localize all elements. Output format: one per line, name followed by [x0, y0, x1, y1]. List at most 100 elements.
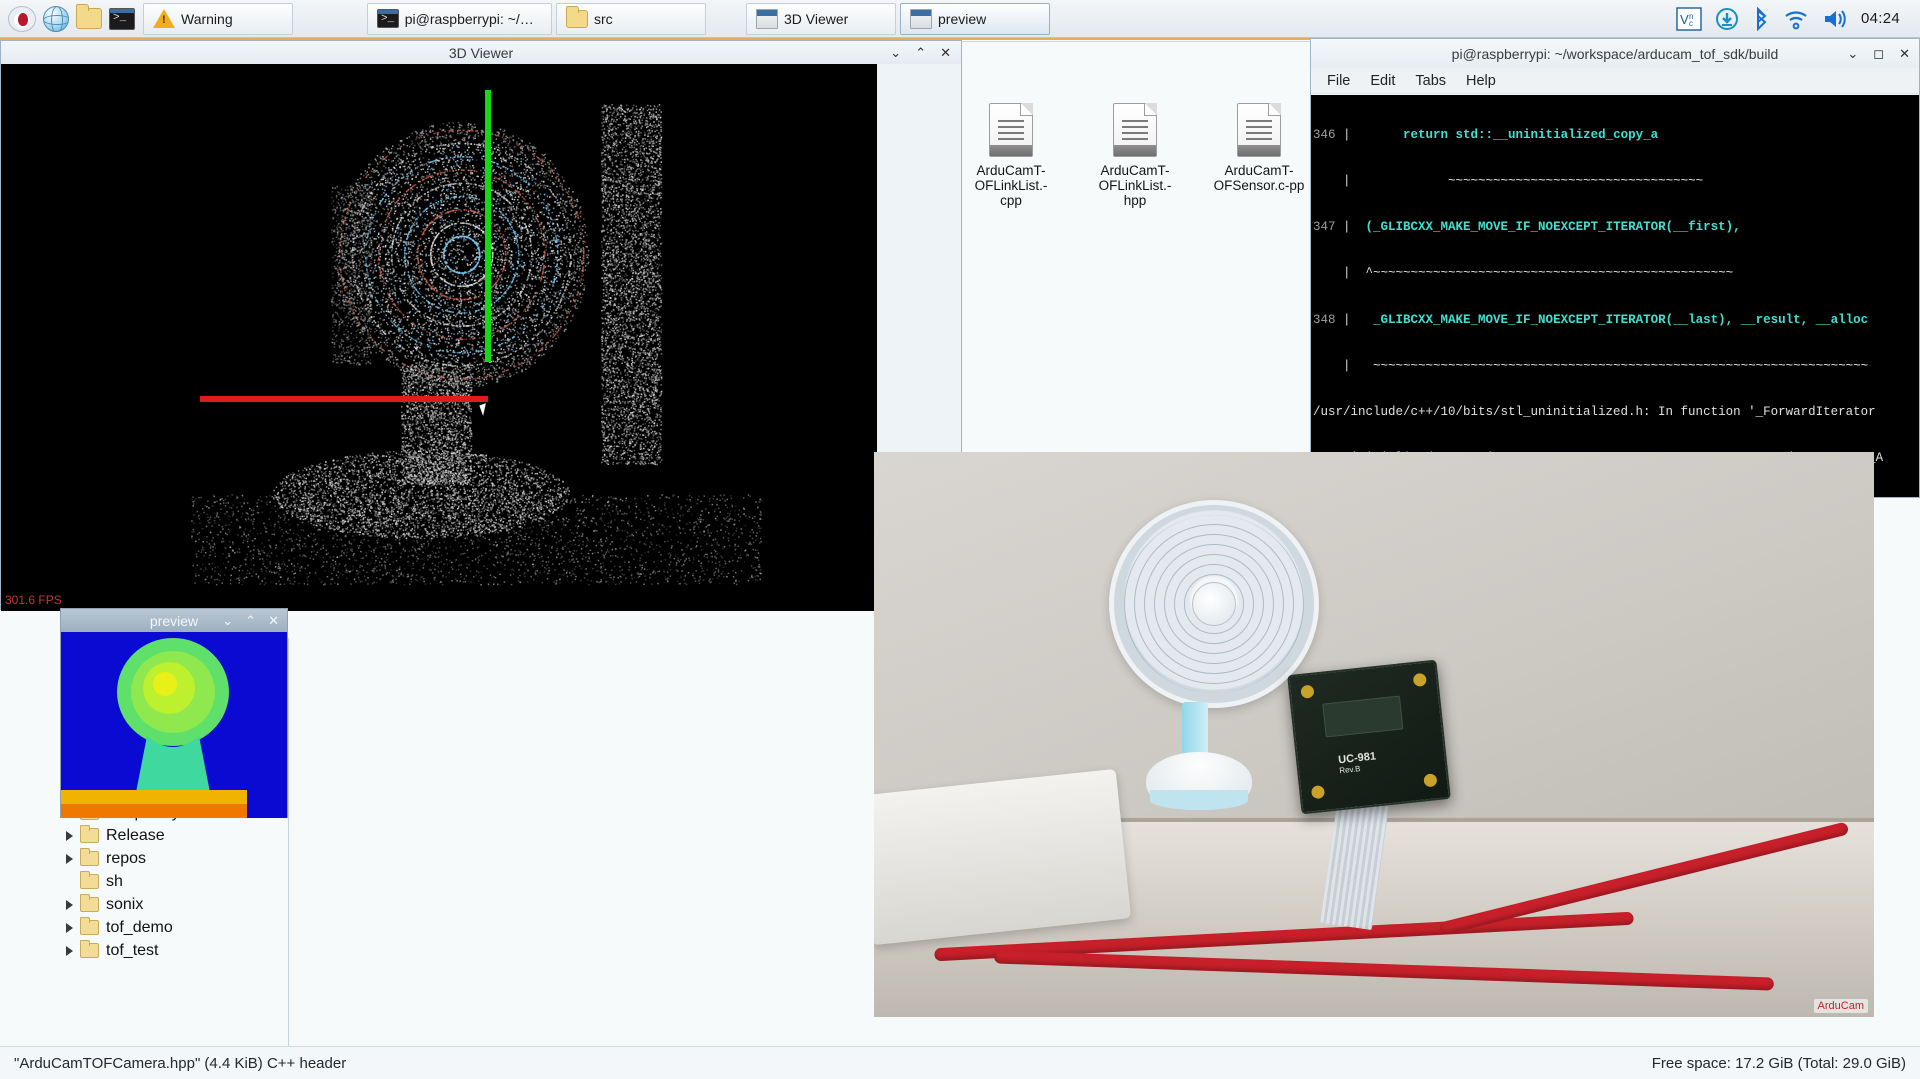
window-controls: ⌄ ⌃ ✕ — [890, 41, 951, 64]
file-item[interactable]: ArduCamT-OFLinkList.-cpp — [965, 103, 1057, 208]
maximize-icon[interactable]: ⌃ — [245, 613, 256, 629]
file-item[interactable]: ArduCamT-OFLinkList.-hpp — [1089, 103, 1181, 208]
tree-item-label: tof_test — [106, 942, 158, 960]
folder-icon — [80, 920, 99, 935]
maximize-icon[interactable]: ⌃ — [915, 45, 926, 61]
squiggle-line: ~~~~~~~~~~~~~~~~~~~~~~~~~~~~~~~~~~ — [1358, 174, 1703, 188]
code-line: return std::__uninitialized_copy_a — [1358, 128, 1658, 142]
fps-counter: 301.6 FPS — [5, 593, 62, 607]
line-number: 347 — [1313, 220, 1336, 234]
camera-video-window[interactable]: UC-981 Rev.B ArduCam — [874, 452, 1874, 1017]
menu-tabs[interactable]: Tabs — [1415, 73, 1446, 89]
3d-viewer-titlebar[interactable]: 3D Viewer ⌄ ⌃ ✕ — [1, 41, 961, 64]
web-browser-icon[interactable] — [43, 6, 69, 32]
output-line: /usr/include/c++/10/bits/stl_uninitializ… — [1313, 405, 1876, 419]
y-axis-line — [485, 90, 491, 362]
status-file-info: "ArduCamTOFCamera.hpp" (4.4 KiB) C++ hea… — [14, 1055, 346, 1072]
taskbar-item-warning[interactable]: Warning — [143, 3, 293, 35]
preview-window: preview ⌄ ⌃ ✕ — [60, 608, 288, 818]
fan-hub — [1192, 582, 1236, 626]
window-icon — [756, 9, 778, 29]
window-title: pi@raspberrypi: ~/workspace/arducam_tof_… — [1452, 46, 1779, 62]
tree-item-label: sonix — [106, 896, 143, 914]
chevron-right-icon[interactable] — [66, 900, 73, 910]
status-free-space: Free space: 17.2 GiB (Total: 29.0 GiB) — [1652, 1055, 1906, 1072]
wifi-icon[interactable] — [1783, 7, 1809, 31]
terminal-icon[interactable] — [109, 8, 135, 30]
volume-icon[interactable] — [1822, 7, 1848, 31]
status-bar: "ArduCamTOFCamera.hpp" (4.4 KiB) C++ hea… — [0, 1046, 1920, 1079]
tree-item-repos[interactable]: repos — [60, 847, 300, 870]
close-icon[interactable]: ✕ — [268, 613, 279, 629]
squiggle-line: ^~~~~~~~~~~~~~~~~~~~~~~~~~~~~~~~~~~~~~~~… — [1358, 266, 1733, 280]
keyboard — [874, 769, 1131, 945]
chevron-right-icon[interactable] — [66, 854, 73, 864]
taskbar: Warning pi@raspberrypi: ~/w… src 3D View… — [0, 0, 1920, 38]
close-icon[interactable]: ✕ — [940, 45, 951, 61]
3d-viewer-window: 3D Viewer ⌄ ⌃ ✕ 301.6 FPS — [0, 40, 962, 610]
menu-file[interactable]: File — [1327, 73, 1350, 89]
close-icon[interactable]: ✕ — [1899, 46, 1910, 62]
tree-item-sonix[interactable]: sonix — [60, 893, 300, 916]
arducam-tof-board: UC-981 Rev.B — [1287, 660, 1451, 815]
tree-item-tof-test[interactable]: tof_test — [60, 939, 300, 962]
svg-text:V: V — [1680, 12, 1689, 27]
minimize-icon[interactable]: ⌄ — [222, 613, 233, 629]
chevron-right-icon[interactable] — [66, 923, 73, 933]
menu-help[interactable]: Help — [1466, 73, 1496, 89]
vnc-icon[interactable]: V n c — [1676, 7, 1702, 31]
text-file-icon — [1113, 103, 1157, 157]
taskbar-item-label: pi@raspberrypi: ~/w… — [405, 11, 542, 27]
terminal-window: pi@raspberrypi: ~/workspace/arducam_tof_… — [1310, 38, 1920, 498]
file-item[interactable]: ArduCamT-OFSensor.c-pp — [1213, 103, 1305, 208]
maximize-icon[interactable]: ◻ — [1873, 46, 1884, 62]
tree-item-tof-demo[interactable]: tof_demo — [60, 916, 300, 939]
code-line: _GLIBCXX_MAKE_MOVE_IF_NOEXCEPT_ITERATOR(… — [1358, 313, 1868, 327]
taskbar-item-label: src — [594, 11, 613, 27]
x-axis-line — [200, 396, 488, 402]
terminal-output[interactable]: 346 | return std::__uninitialized_copy_a… — [1311, 95, 1919, 497]
taskbar-item-label: preview — [938, 11, 986, 27]
folder-icon — [80, 874, 99, 889]
tree-item-label: Release — [106, 827, 165, 845]
tree-item-label: tof_demo — [106, 919, 173, 937]
taskbar-item-terminal[interactable]: pi@raspberrypi: ~/w… — [367, 3, 552, 35]
minimize-icon[interactable]: ⌄ — [1847, 46, 1858, 62]
text-file-icon — [1237, 103, 1281, 157]
raspberry-menu-icon[interactable] — [8, 6, 36, 32]
taskbar-item-3d-viewer[interactable]: 3D Viewer — [746, 3, 896, 35]
squiggle-line: ~~~~~~~~~~~~~~~~~~~~~~~~~~~~~~~~~~~~~~~~… — [1358, 359, 1868, 373]
minimize-icon[interactable]: ⌄ — [890, 45, 901, 61]
bluetooth-icon[interactable] — [1752, 7, 1770, 31]
chevron-right-icon[interactable] — [66, 946, 73, 956]
point-cloud-render — [1, 64, 877, 611]
taskbar-item-label: Warning — [181, 11, 233, 27]
depth-map-canvas[interactable] — [61, 632, 287, 818]
watermark: ArduCam — [1814, 999, 1868, 1013]
terminal-titlebar[interactable]: pi@raspberrypi: ~/workspace/arducam_tof_… — [1311, 39, 1919, 68]
mounting-hole — [1413, 673, 1427, 687]
board-silkscreen: UC-981 Rev.B — [1338, 750, 1378, 775]
tree-item-sh[interactable]: sh — [60, 870, 300, 893]
taskbar-task-list: Warning pi@raspberrypi: ~/w… src 3D View… — [143, 0, 1662, 38]
window-icon — [910, 9, 932, 29]
mounting-hole — [1423, 773, 1437, 787]
taskbar-item-src[interactable]: src — [556, 3, 706, 35]
chevron-right-icon[interactable] — [66, 831, 73, 841]
preview-titlebar[interactable]: preview ⌄ ⌃ ✕ — [61, 609, 287, 632]
terminal-menubar: File Edit Tabs Help — [1311, 68, 1919, 94]
svg-text:c: c — [1689, 19, 1693, 28]
folder-icon — [80, 943, 99, 958]
update-icon[interactable] — [1715, 7, 1739, 31]
code-line: (_GLIBCXX_MAKE_MOVE_IF_NOEXCEPT_ITERATOR… — [1358, 220, 1741, 234]
menu-edit[interactable]: Edit — [1370, 73, 1395, 89]
folder-icon — [566, 10, 588, 28]
line-number: 348 — [1313, 313, 1336, 327]
tree-item-label: repos — [106, 850, 146, 868]
folder-icon — [80, 828, 99, 843]
clock[interactable]: 04:24 — [1861, 10, 1906, 27]
file-manager-icon[interactable] — [76, 8, 102, 29]
taskbar-item-preview[interactable]: preview — [900, 3, 1050, 35]
tree-item-release[interactable]: Release — [60, 824, 300, 847]
point-cloud-canvas[interactable]: 301.6 FPS — [1, 64, 877, 611]
